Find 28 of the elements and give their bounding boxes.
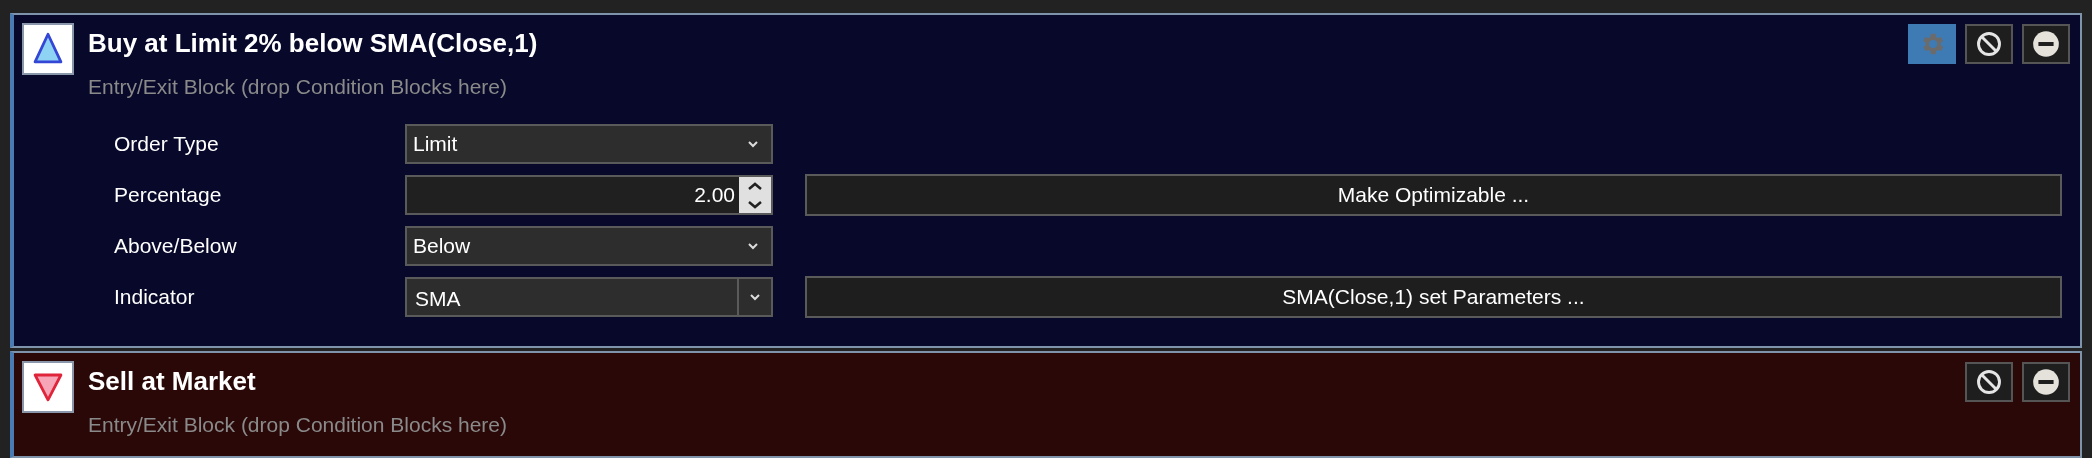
chevron-icon	[749, 293, 761, 301]
field-label: Indicator	[113, 284, 196, 311]
remove-button[interactable]	[2022, 24, 2070, 64]
triangle-down-icon	[22, 361, 74, 413]
block-subtitle: Entry/Exit Block (drop Condition Blocks here)	[88, 412, 508, 438]
remove-icon	[2032, 368, 2060, 396]
block-title: Buy at Limit 2% below SMA(Close,1)	[88, 27, 539, 60]
field-label: Percentage	[113, 182, 223, 209]
disable-button[interactable]	[1965, 24, 2013, 64]
chevron-icon	[747, 140, 759, 148]
block-title: Sell at Market	[88, 365, 257, 398]
chevron-icon	[747, 242, 759, 250]
prohibited-icon	[1975, 30, 2003, 58]
field-label: Above/Below	[113, 233, 238, 260]
number-spinner[interactable]: 2.00	[405, 175, 773, 215]
remove-icon	[2032, 30, 2060, 58]
combo-box[interactable]: SMA	[405, 277, 773, 317]
remove-button[interactable]	[2022, 362, 2070, 402]
prohibited-icon	[1975, 368, 2003, 396]
dropdown[interactable]: Below	[405, 226, 773, 266]
dropdown[interactable]: Limit	[405, 124, 773, 164]
triangle-up-icon	[22, 23, 74, 75]
spin-buttons[interactable]	[739, 177, 771, 213]
action-button[interactable]: SMA(Close,1) set Parameters ...	[805, 276, 2062, 318]
field-label: Order Type	[113, 131, 220, 158]
block-subtitle: Entry/Exit Block (drop Condition Blocks here)	[88, 74, 508, 100]
disable-button[interactable]	[1965, 362, 2013, 402]
action-button[interactable]: Make Optimizable ...	[805, 174, 2062, 216]
